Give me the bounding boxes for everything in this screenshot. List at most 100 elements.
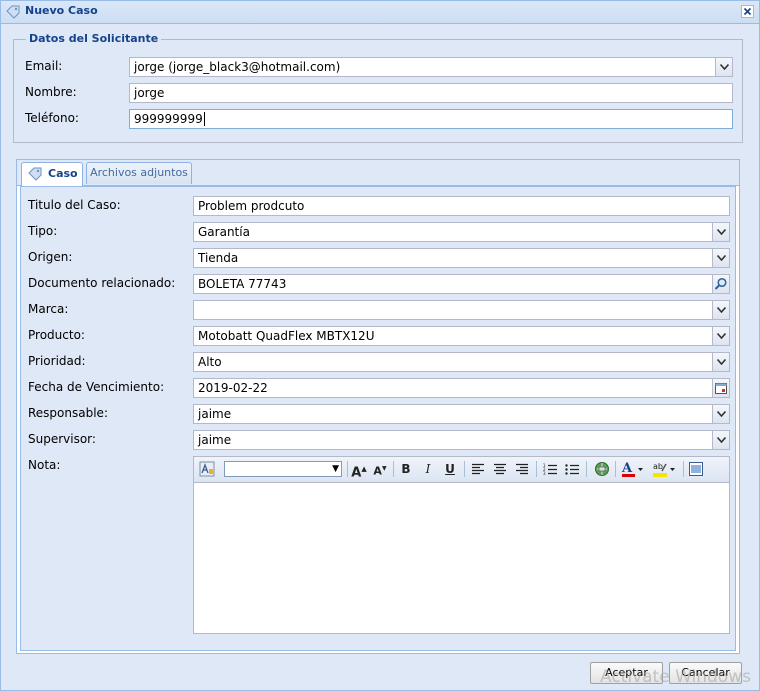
- note-editor: ▼ A▲ A▼ B I U 123 A ab: [193, 456, 730, 634]
- phone-value: 999999999: [134, 112, 203, 126]
- name-field[interactable]: jorge: [129, 83, 733, 103]
- underline-icon[interactable]: U: [442, 460, 458, 478]
- chevron-down-icon: [717, 255, 726, 261]
- windows-activation-watermark: Activate Windows: [600, 667, 751, 687]
- due-date-label: Fecha de Vencimiento:: [28, 380, 165, 394]
- bold-icon[interactable]: B: [398, 460, 414, 478]
- document-search-trigger[interactable]: [712, 275, 729, 293]
- due-date-value: 2019-02-22: [198, 381, 268, 395]
- owner-value: jaime: [198, 407, 232, 421]
- font-decrease-icon[interactable]: A▼: [372, 460, 388, 478]
- priority-dropdown-trigger[interactable]: [712, 353, 729, 371]
- toolbar-separator: [393, 461, 394, 477]
- product-value: Motobatt QuadFlex MBTX12U: [198, 329, 375, 343]
- supervisor-label: Supervisor:: [28, 432, 96, 446]
- italic-icon[interactable]: I: [420, 460, 436, 478]
- align-left-icon[interactable]: [470, 460, 486, 478]
- font-family-button[interactable]: [198, 460, 216, 478]
- tab-caso[interactable]: Caso: [21, 162, 83, 186]
- tag-icon: [6, 5, 20, 19]
- email-dropdown-trigger[interactable]: [715, 58, 732, 76]
- brand-combobox[interactable]: [193, 300, 730, 320]
- note-text-area[interactable]: [194, 483, 729, 633]
- phone-field[interactable]: 999999999: [129, 109, 733, 129]
- tab-strip: Caso Archivos adjuntos: [17, 160, 739, 186]
- highlight-icon[interactable]: ab: [652, 460, 678, 478]
- origin-combobox[interactable]: Tienda: [193, 248, 730, 268]
- brand-dropdown-trigger[interactable]: [712, 301, 729, 319]
- brand-label: Marca:: [28, 302, 69, 316]
- product-dropdown-trigger[interactable]: [712, 327, 729, 345]
- owner-label: Responsable:: [28, 406, 108, 420]
- svg-text:ab: ab: [653, 462, 663, 471]
- svg-text:3: 3: [543, 471, 546, 476]
- svg-text:A: A: [621, 461, 633, 476]
- document-value: BOLETA 77743: [198, 277, 287, 291]
- window-titlebar[interactable]: Nuevo Caso: [1, 1, 759, 24]
- phone-label: Teléfono:: [25, 111, 79, 125]
- font-color-icon[interactable]: A: [621, 460, 645, 478]
- link-icon[interactable]: [593, 460, 611, 478]
- toolbar-separator: [347, 461, 348, 477]
- align-right-icon[interactable]: [514, 460, 530, 478]
- type-dropdown-trigger[interactable]: [712, 223, 729, 241]
- close-icon: [743, 7, 752, 16]
- font-increase-icon[interactable]: A▲: [351, 460, 367, 480]
- email-combobox[interactable]: jorge (jorge_black3@hotmail.com): [129, 57, 733, 77]
- priority-value: Alto: [198, 355, 222, 369]
- toolbar-separator: [615, 461, 616, 477]
- owner-dropdown-trigger[interactable]: [712, 405, 729, 423]
- font-select[interactable]: ▼: [224, 461, 342, 477]
- supervisor-value: jaime: [198, 433, 232, 447]
- email-label: Email:: [25, 59, 63, 73]
- new-case-window: Nuevo Caso Datos del Solicitante Email: …: [0, 0, 760, 691]
- requester-legend: Datos del Solicitante: [26, 32, 162, 45]
- tag-icon: [28, 167, 42, 181]
- owner-combobox[interactable]: jaime: [193, 404, 730, 424]
- type-label: Tipo:: [28, 224, 58, 238]
- origin-label: Origen:: [28, 250, 73, 264]
- type-combobox[interactable]: Garantía: [193, 222, 730, 242]
- close-button[interactable]: [741, 5, 754, 18]
- origin-dropdown-trigger[interactable]: [712, 249, 729, 267]
- product-combobox[interactable]: Motobatt QuadFlex MBTX12U: [193, 326, 730, 346]
- type-value: Garantía: [198, 225, 250, 239]
- supervisor-combobox[interactable]: jaime: [193, 430, 730, 450]
- chevron-down-icon: [717, 437, 726, 443]
- chevron-down-icon: [717, 411, 726, 417]
- toolbar-separator: [683, 461, 684, 477]
- chevron-down-icon: [717, 307, 726, 313]
- case-title-field[interactable]: Problem prodcuto: [193, 196, 730, 216]
- date-picker-trigger[interactable]: [712, 379, 729, 397]
- align-center-icon[interactable]: [492, 460, 508, 478]
- chevron-down-icon: [717, 229, 726, 235]
- text-cursor: [203, 112, 205, 126]
- editor-toolbar: ▼ A▲ A▼ B I U 123 A ab: [194, 457, 729, 483]
- chevron-down-icon: [717, 333, 726, 339]
- search-icon: [714, 277, 727, 290]
- toolbar-separator: [536, 461, 537, 477]
- product-label: Producto:: [28, 328, 85, 342]
- document-label: Documento relacionado:: [28, 276, 176, 290]
- ordered-list-icon[interactable]: 123: [542, 460, 558, 478]
- chevron-down-icon: [720, 64, 729, 70]
- priority-combobox[interactable]: Alto: [193, 352, 730, 372]
- origin-value: Tienda: [198, 251, 239, 265]
- document-field[interactable]: BOLETA 77743: [193, 274, 730, 294]
- calendar-icon: [715, 383, 727, 394]
- window-title: Nuevo Caso: [25, 4, 98, 17]
- source-edit-icon[interactable]: [688, 460, 704, 478]
- tab-archivos-adjuntos[interactable]: Archivos adjuntos: [86, 162, 192, 184]
- note-label: Nota:: [28, 458, 61, 472]
- unordered-list-icon[interactable]: [564, 460, 580, 478]
- supervisor-dropdown-trigger[interactable]: [712, 431, 729, 449]
- name-label: Nombre:: [25, 85, 77, 99]
- chevron-down-icon: [717, 359, 726, 365]
- toolbar-separator: [586, 461, 587, 477]
- toolbar-separator: [464, 461, 465, 477]
- priority-label: Prioridad:: [28, 354, 86, 368]
- case-title-label: Titulo del Caso:: [28, 198, 121, 212]
- email-value: jorge (jorge_black3@hotmail.com): [134, 60, 341, 74]
- due-date-field[interactable]: 2019-02-22: [193, 378, 730, 398]
- tab-archivos-label: Archivos adjuntos: [90, 166, 188, 179]
